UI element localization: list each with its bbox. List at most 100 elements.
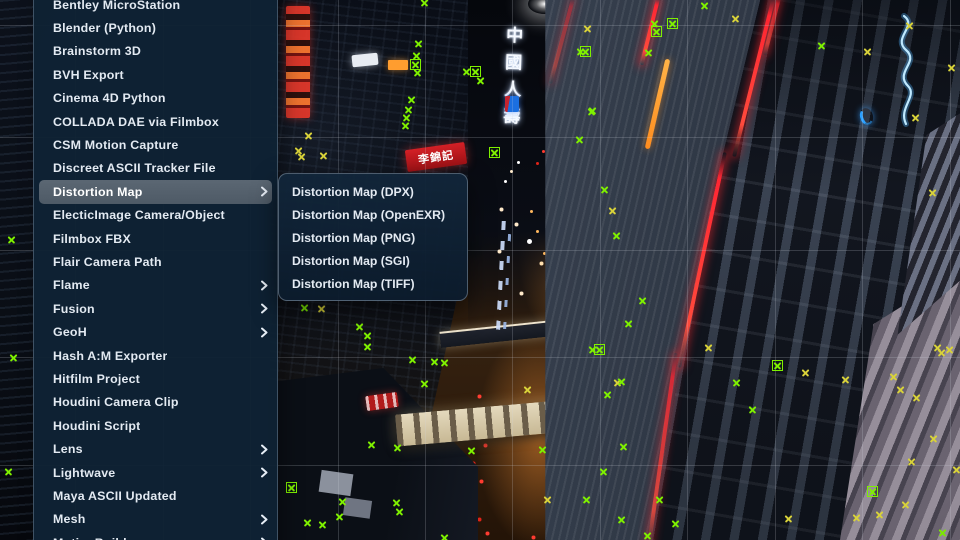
submenu-item-distortion-map-png[interactable]: Distortion Map (PNG) [279, 226, 467, 249]
menu-item-lightwave[interactable]: Lightwave [34, 461, 277, 484]
tracker-marker[interactable] [596, 346, 603, 353]
tracker-marker[interactable] [902, 501, 909, 508]
tracker-marker[interactable] [601, 186, 608, 193]
tracker-marker[interactable] [653, 28, 660, 35]
tracker-marker[interactable] [908, 458, 915, 465]
tracker-marker[interactable] [774, 362, 781, 369]
tracker-marker[interactable] [431, 358, 438, 365]
menu-item-distortion-map[interactable]: Distortion Map [39, 180, 272, 203]
tracker-marker[interactable] [320, 152, 327, 159]
tracker-marker[interactable] [912, 114, 919, 121]
tracker-marker[interactable] [864, 48, 871, 55]
tracker-marker[interactable] [929, 189, 936, 196]
tracker-marker[interactable] [842, 376, 849, 383]
tracker-marker[interactable] [304, 519, 311, 526]
tracker-marker[interactable] [639, 297, 646, 304]
tracker-marker[interactable] [876, 511, 883, 518]
tracker-marker[interactable] [301, 304, 308, 311]
tracker-marker[interactable] [620, 443, 627, 450]
tracker-marker[interactable] [318, 305, 325, 312]
tracker-marker[interactable] [441, 534, 448, 540]
menu-item-filmbox-fbx[interactable]: Filmbox FBX [34, 227, 277, 250]
submenu-item-distortion-map-openexr[interactable]: Distortion Map (OpenEXR) [279, 203, 467, 226]
tracker-marker[interactable] [609, 207, 616, 214]
tracker-marker[interactable] [604, 391, 611, 398]
tracker-marker[interactable] [749, 406, 756, 413]
tracker-marker[interactable] [644, 532, 651, 539]
tracker-marker[interactable] [618, 516, 625, 523]
menu-item-lens[interactable]: Lens [34, 437, 277, 460]
tracker-marker[interactable] [913, 394, 920, 401]
tracker-marker[interactable] [583, 496, 590, 503]
tracker-marker[interactable] [10, 354, 17, 361]
tracker-marker[interactable] [319, 521, 326, 528]
menu-item-flame[interactable]: Flame [34, 274, 277, 297]
tracker-marker[interactable] [356, 323, 363, 330]
tracker-marker[interactable] [468, 447, 475, 454]
tracker-marker[interactable] [869, 488, 876, 495]
tracker-marker[interactable] [733, 379, 740, 386]
tracker-marker[interactable] [368, 441, 375, 448]
tracker-marker[interactable] [305, 132, 312, 139]
tracker-marker[interactable] [394, 444, 401, 451]
tracker-marker[interactable] [412, 61, 419, 68]
tracker-marker[interactable] [408, 96, 415, 103]
menu-item-motionbuilder[interactable]: MotionBuilder [34, 531, 277, 540]
tracker-marker[interactable] [600, 468, 607, 475]
tracker-marker[interactable] [339, 498, 346, 505]
tracker-marker[interactable] [705, 344, 712, 351]
tracker-marker[interactable] [669, 20, 676, 27]
tracker-marker[interactable] [393, 499, 400, 506]
tracker-marker[interactable] [477, 77, 484, 84]
menu-item-hitfilm-project[interactable]: Hitfilm Project [34, 367, 277, 390]
tracker-marker[interactable] [414, 69, 421, 76]
tracker-marker[interactable] [364, 343, 371, 350]
tracker-marker[interactable] [421, 0, 428, 6]
tracker-marker[interactable] [409, 356, 416, 363]
menu-item-electicimage-camera-object[interactable]: ElecticImage Camera/Object [34, 204, 277, 227]
submenu-item-distortion-map-sgi[interactable]: Distortion Map (SGI) [279, 250, 467, 273]
tracker-marker[interactable] [625, 320, 632, 327]
tracker-marker[interactable] [818, 42, 825, 49]
tracker-marker[interactable] [396, 508, 403, 515]
submenu-item-distortion-map-tiff[interactable]: Distortion Map (TIFF) [279, 273, 467, 296]
tracker-marker[interactable] [897, 386, 904, 393]
menu-item-csm-motion-capture[interactable]: CSM Motion Capture [34, 133, 277, 156]
menu-item-blender-python[interactable]: Blender (Python) [34, 16, 277, 39]
tracker-marker[interactable] [421, 380, 428, 387]
tracker-marker[interactable] [930, 435, 937, 442]
tracker-marker[interactable] [403, 114, 410, 121]
tracker-marker[interactable] [656, 496, 663, 503]
tracker-marker[interactable] [491, 149, 498, 156]
menu-item-mesh[interactable]: Mesh [34, 508, 277, 531]
tracker-marker[interactable] [939, 529, 946, 536]
tracker-marker[interactable] [524, 386, 531, 393]
menu-item-discreet-ascii-tracker-file[interactable]: Discreet ASCII Tracker File [34, 157, 277, 180]
menu-item-collada-dae-via-filmbox[interactable]: COLLADA DAE via Filmbox [34, 110, 277, 133]
tracker-marker[interactable] [415, 40, 422, 47]
tracker-marker[interactable] [288, 484, 295, 491]
menu-item-houdini-camera-clip[interactable]: Houdini Camera Clip [34, 391, 277, 414]
menu-item-geoh[interactable]: GeoH [34, 320, 277, 343]
tracker-marker[interactable] [584, 25, 591, 32]
tracker-marker[interactable] [544, 496, 551, 503]
submenu-item-distortion-map-dpx[interactable]: Distortion Map (DPX) [279, 180, 467, 203]
tracker-marker[interactable] [946, 346, 953, 353]
tracker-marker[interactable] [336, 513, 343, 520]
menu-item-bvh-export[interactable]: BVH Export [34, 63, 277, 86]
menu-item-maya-ascii-updated[interactable]: Maya ASCII Updated [34, 484, 277, 507]
tracker-marker[interactable] [582, 48, 589, 55]
tracker-marker[interactable] [853, 514, 860, 521]
tracker-marker[interactable] [732, 15, 739, 22]
tracker-marker[interactable] [463, 68, 470, 75]
menu-item-fusion[interactable]: Fusion [34, 297, 277, 320]
tracker-marker[interactable] [890, 373, 897, 380]
tracker-marker[interactable] [405, 106, 412, 113]
menu-item-flair-camera-path[interactable]: Flair Camera Path [34, 250, 277, 273]
tracker-marker[interactable] [472, 68, 479, 75]
menu-item-brainstorm-3d[interactable]: Brainstorm 3D [34, 40, 277, 63]
tracker-marker[interactable] [785, 515, 792, 522]
tracker-marker[interactable] [645, 49, 652, 56]
tracker-marker[interactable] [672, 520, 679, 527]
tracker-marker[interactable] [539, 446, 546, 453]
